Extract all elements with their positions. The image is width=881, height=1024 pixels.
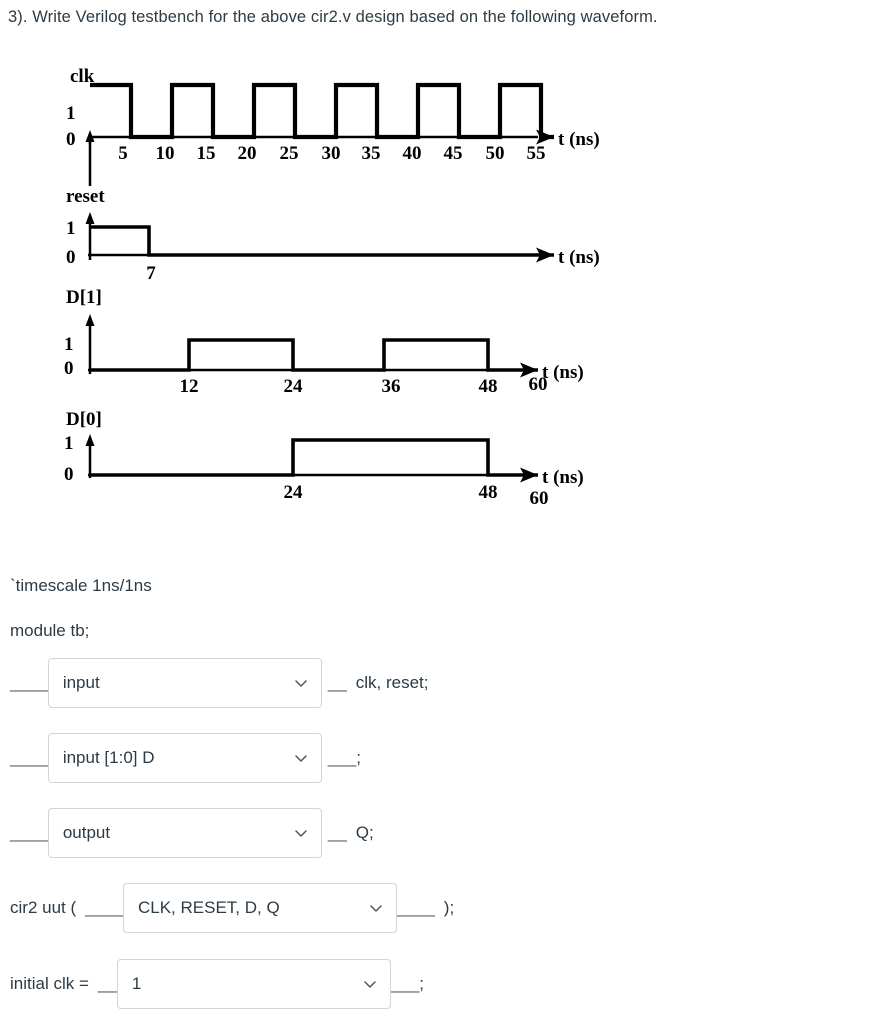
- reset-waveform-trace: [90, 225, 554, 257]
- clk-tick-label: 50: [486, 143, 505, 164]
- clk-tick-label: 10: [156, 143, 175, 164]
- waveform-d1: D[1] 1 0 t (ns): [64, 287, 584, 383]
- clk-tick-label: 35: [362, 143, 381, 164]
- type-dropdown-d[interactable]: input [1:0] D: [47, 733, 322, 783]
- clk-tick-label: 25: [280, 143, 299, 164]
- reset-low-label: 0: [66, 247, 76, 268]
- declaration-trail-text: ;: [356, 748, 361, 767]
- d1-low-label: 0: [64, 358, 74, 379]
- timescale-directive: `timescale 1ns/1ns: [10, 576, 152, 595]
- clk-tick-label: 45: [444, 143, 463, 164]
- clk-tick-label: 55: [527, 143, 546, 164]
- waveform-diagram: clk 1 0 t (ns) 5 10 15 20 25 30 35 40 45: [64, 66, 600, 509]
- reset-axis-unit-label: t (ns): [558, 247, 600, 268]
- reset-signal-label: reset: [66, 186, 105, 207]
- type-dropdown-clk-reset[interactable]: input: [47, 658, 322, 708]
- clk-tick-labels: 5 10 15 20 25 30 35 40 45 50 55: [118, 143, 545, 164]
- type-dropdown-d-value: input [1:0] D: [62, 748, 155, 767]
- reset-tick-label: 7: [146, 263, 156, 284]
- module-declaration: module tb;: [10, 621, 90, 640]
- clk-tick-label: 5: [118, 143, 128, 164]
- initial-value-dropdown-value: 1: [131, 974, 142, 993]
- port-list-dropdown[interactable]: CLK, RESET, D, Q: [122, 883, 397, 933]
- question-prompt: 3). Write Verilog testbench for the abov…: [8, 8, 658, 26]
- d0-low-label: 0: [64, 464, 74, 485]
- clk-tick-label: 30: [322, 143, 341, 164]
- d1-signal-label: D[1]: [66, 287, 102, 308]
- chevron-down-icon: [369, 901, 383, 915]
- d1-tick-label: 60: [529, 374, 548, 395]
- type-dropdown-q-value: output: [62, 823, 111, 842]
- d1-axis-unit-label: t (ns): [542, 362, 584, 383]
- d1-tick-label: 48: [479, 376, 498, 397]
- reset-high-label: 1: [66, 218, 76, 239]
- initial-clk-prefix: initial clk =: [10, 974, 89, 993]
- declaration-row-q: ____ output __ Q;: [10, 808, 374, 858]
- blank-lead[interactable]: ____: [10, 823, 48, 843]
- d0-signal-label: D[0]: [66, 409, 102, 430]
- declaration-row-clk-reset: ____ input __ clk, reset;: [10, 658, 429, 708]
- instantiation-row: cir2 uut ( ____ CLK, RESET, D, Q ____ );: [10, 883, 454, 933]
- clk-waveform-trace: [90, 82, 554, 140]
- waveform-clk: clk 1 0 t (ns): [66, 66, 600, 186]
- chevron-down-icon: [294, 826, 308, 840]
- declaration-trail-text: Q;: [355, 823, 374, 842]
- instantiation-suffix: );: [443, 898, 455, 917]
- blank-trail[interactable]: ____: [397, 898, 435, 918]
- blank-trail[interactable]: __: [328, 673, 347, 693]
- chevron-down-icon: [363, 977, 377, 991]
- d1-tick-label: 12: [180, 376, 199, 397]
- d0-tick-label: 24: [284, 482, 304, 503]
- blank-trail[interactable]: ___: [391, 974, 419, 994]
- type-dropdown-clk-reset-value: input: [62, 673, 100, 692]
- blank-lead[interactable]: ____: [10, 673, 48, 693]
- declaration-trail-text: clk, reset;: [355, 673, 429, 692]
- blank-trail[interactable]: __: [328, 823, 347, 843]
- clk-high-label: 1: [66, 103, 76, 124]
- initial-clk-row: initial clk = __ 1 ___ ;: [10, 959, 424, 1009]
- d0-tick-labels: 24 48 60: [284, 482, 549, 509]
- d0-high-label: 1: [64, 433, 74, 454]
- blank-lead[interactable]: ____: [85, 898, 123, 918]
- d1-tick-labels: 12 24 36 48 60: [180, 374, 548, 397]
- clk-tick-label: 20: [238, 143, 257, 164]
- d0-axis-unit-label: t (ns): [542, 467, 584, 488]
- blank-lead[interactable]: __: [98, 974, 117, 994]
- d0-tick-label: 48: [479, 482, 498, 503]
- instantiation-prefix: cir2 uut (: [10, 898, 77, 917]
- clk-axis-unit-label: t (ns): [558, 129, 600, 150]
- type-dropdown-q[interactable]: output: [47, 808, 322, 858]
- clk-low-label: 0: [66, 129, 76, 150]
- chevron-down-icon: [294, 751, 308, 765]
- blank-trail[interactable]: ___: [328, 748, 356, 768]
- d1-waveform-trace: [90, 338, 538, 372]
- initial-value-dropdown[interactable]: 1: [116, 959, 391, 1009]
- d0-tick-label: 60: [530, 488, 549, 509]
- blank-lead[interactable]: ____: [10, 748, 48, 768]
- waveform-reset: reset 1 0 t (ns) 7: [66, 186, 600, 284]
- port-list-dropdown-value: CLK, RESET, D, Q: [137, 898, 280, 917]
- d1-tick-label: 24: [284, 376, 304, 397]
- initial-clk-suffix: ;: [419, 974, 424, 993]
- waveform-figure: clk 1 0 t (ns) 5 10 15 20 25 30 35 40 45: [0, 52, 700, 522]
- clk-tick-label: 40: [403, 143, 422, 164]
- d1-high-label: 1: [64, 334, 74, 355]
- chevron-down-icon: [294, 676, 308, 690]
- clk-tick-label: 15: [197, 143, 216, 164]
- waveform-d0: D[0] 1 0 t (ns): [64, 409, 584, 488]
- d1-tick-label: 36: [382, 376, 401, 397]
- declaration-row-d: ____ input [1:0] D ___ ;: [10, 733, 361, 783]
- verilog-code-block: `timescale 1ns/1ns module tb; ____ input…: [0, 565, 881, 1024]
- d0-waveform-trace: [90, 438, 538, 477]
